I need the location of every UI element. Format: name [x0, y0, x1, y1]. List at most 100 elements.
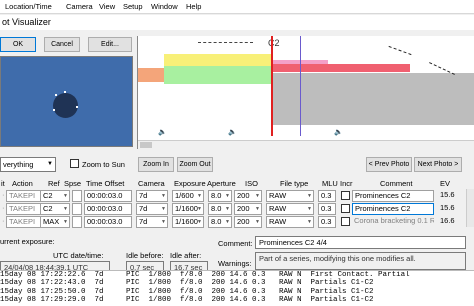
- timeline-scroll-thumb[interactable]: [140, 142, 152, 148]
- chevron-down-icon: ▼: [63, 219, 68, 225]
- menu-help[interactable]: Help: [186, 2, 201, 11]
- timeline-panel[interactable]: C2 🔈 🔈 🔈: [137, 36, 474, 149]
- ref-value: MAX: [43, 217, 60, 226]
- ref-select[interactable]: C2 ▼: [40, 190, 70, 202]
- camera-select[interactable]: 7d ▼: [136, 203, 168, 215]
- iso-select[interactable]: 200 ▼: [234, 190, 262, 202]
- ok-button[interactable]: OK: [0, 37, 36, 52]
- incr-checkbox[interactable]: [341, 204, 350, 213]
- menu-location-time[interactable]: Location/Time: [5, 2, 52, 11]
- exposure-select[interactable]: 1/600 ▼: [172, 190, 204, 202]
- prev-photo-button[interactable]: < Prev Photo: [366, 157, 412, 172]
- moon-disc: [53, 93, 78, 118]
- chevron-down-icon: ▼: [161, 219, 166, 225]
- ev-value: 16.6: [440, 216, 455, 225]
- edit-button[interactable]: Edit...: [88, 37, 132, 52]
- aperture-select[interactable]: 8.0 ▼: [208, 216, 232, 228]
- time-offset-field[interactable]: 00:00:03.0: [84, 190, 132, 202]
- timeline-dash: [198, 42, 253, 43]
- mlu-field[interactable]: 0.3: [318, 190, 336, 202]
- time-offset-field[interactable]: 00:00:03.0: [84, 203, 132, 215]
- camera-value: 7d: [139, 204, 148, 213]
- timeline-block-gray: [272, 73, 474, 125]
- menu-camera[interactable]: Camera: [66, 2, 93, 11]
- timeline-red-marker: [271, 36, 273, 136]
- next-photo-button[interactable]: Next Photo >: [414, 157, 462, 172]
- chevron-down-icon: ▼: [47, 161, 53, 167]
- col-header-aperture: Aperture: [207, 179, 236, 188]
- chevron-down-icon: ▼: [307, 206, 312, 212]
- ref-select[interactable]: MAX ▼: [40, 216, 70, 228]
- zoom-to-sun-checkbox[interactable]: [70, 159, 79, 168]
- idle-after-label: Idle after:: [170, 251, 202, 260]
- speaker-icon: 🔈: [228, 129, 237, 136]
- aperture-select[interactable]: 8.0 ▼: [208, 203, 232, 215]
- file-type-select[interactable]: RAW ▼: [266, 216, 314, 228]
- aperture-value: 8.0: [211, 191, 222, 200]
- col-header-file-type: File type: [280, 179, 309, 188]
- chevron-down-icon: ▼: [307, 219, 312, 225]
- log-line: 15day 08 17:22:22.6 7d PIC 1/800 f/8.0 2…: [0, 271, 410, 279]
- col-header-iso: ISO: [245, 179, 258, 188]
- camera-select[interactable]: 7d ▼: [136, 216, 168, 228]
- col-header-action: Action: [12, 179, 33, 188]
- file-type-select[interactable]: RAW ▼: [266, 203, 314, 215]
- window-title-bar: ot Visualizer: [0, 15, 474, 30]
- chevron-down-icon: ▼: [225, 219, 230, 225]
- comment-label: Comment:: [218, 239, 253, 248]
- comment-input[interactable]: Prominences C2 4/4: [255, 236, 466, 249]
- col-header-spse: Spse: [64, 179, 82, 188]
- chevron-down-icon: ▼: [197, 219, 202, 225]
- incr-checkbox[interactable]: [341, 191, 350, 200]
- spse-field[interactable]: [72, 203, 82, 215]
- mlu-field[interactable]: 0.3: [318, 216, 336, 228]
- ref-value: C2: [43, 191, 53, 200]
- col-header-ev: EV: [440, 179, 451, 188]
- cancel-button[interactable]: Cancel: [44, 37, 80, 52]
- action-select[interactable]: TAKEPI: [6, 203, 44, 215]
- table-scrollbar[interactable]: [466, 189, 474, 227]
- action-select[interactable]: TAKEPI: [6, 216, 44, 228]
- iso-select[interactable]: 200 ▼: [234, 203, 262, 215]
- camera-select[interactable]: 7d ▼: [136, 190, 168, 202]
- exposure-select[interactable]: 1/1600 ▼: [172, 216, 204, 228]
- chevron-down-icon: ▼: [63, 193, 68, 199]
- chevron-down-icon: ▼: [255, 193, 260, 199]
- col-header-incr: Incr: [340, 179, 353, 188]
- iso-select[interactable]: 200 ▼: [234, 216, 262, 228]
- comment-field[interactable]: Prominences C2: [352, 190, 434, 202]
- file-type-select[interactable]: RAW ▼: [266, 190, 314, 202]
- exposure-value: 1/1600: [175, 217, 198, 226]
- comment-field[interactable]: Prominences C2: [352, 203, 434, 215]
- menu-setup[interactable]: Setup: [123, 2, 143, 11]
- filter-select[interactable]: verything ▼: [0, 157, 56, 172]
- col-header-exposure: Exposure: [174, 179, 206, 188]
- zoom-out-button[interactable]: Zoom Out: [177, 157, 213, 172]
- ref-select[interactable]: C2 ▼: [40, 203, 70, 215]
- timeline-block-yellow: [164, 54, 272, 66]
- timeline-scrollbar[interactable]: [138, 140, 474, 149]
- file-type-value: RAW: [269, 191, 287, 200]
- menu-view[interactable]: View: [99, 2, 115, 11]
- spse-field[interactable]: [72, 216, 82, 228]
- action-select[interactable]: TAKEPI: [6, 190, 44, 202]
- zoom-to-sun-label: Zoom to Sun: [82, 160, 125, 169]
- exposure-select[interactable]: 1/1600 ▼: [172, 203, 204, 215]
- spse-field[interactable]: [72, 190, 82, 202]
- row-icon: ·: [2, 203, 5, 212]
- exposure-value: 1/600: [175, 191, 194, 200]
- file-type-value: RAW: [269, 204, 287, 213]
- ev-value: 15.6: [440, 190, 455, 199]
- mlu-field[interactable]: 0.3: [318, 203, 336, 215]
- timeline-block-red: [272, 64, 410, 72]
- row-icon: ·: [2, 190, 5, 199]
- preview-marker: [64, 91, 66, 93]
- aperture-select[interactable]: 8.0 ▼: [208, 190, 232, 202]
- incr-checkbox[interactable]: [341, 217, 350, 226]
- menu-bar: Location/Time Camera View Setup Window H…: [0, 0, 474, 14]
- time-offset-field[interactable]: 00:00:03.0: [84, 216, 132, 228]
- zoom-in-button[interactable]: Zoom In: [138, 157, 174, 172]
- speaker-icon: 🔈: [334, 129, 343, 136]
- chevron-down-icon: ▼: [255, 219, 260, 225]
- menu-window[interactable]: Window: [151, 2, 178, 11]
